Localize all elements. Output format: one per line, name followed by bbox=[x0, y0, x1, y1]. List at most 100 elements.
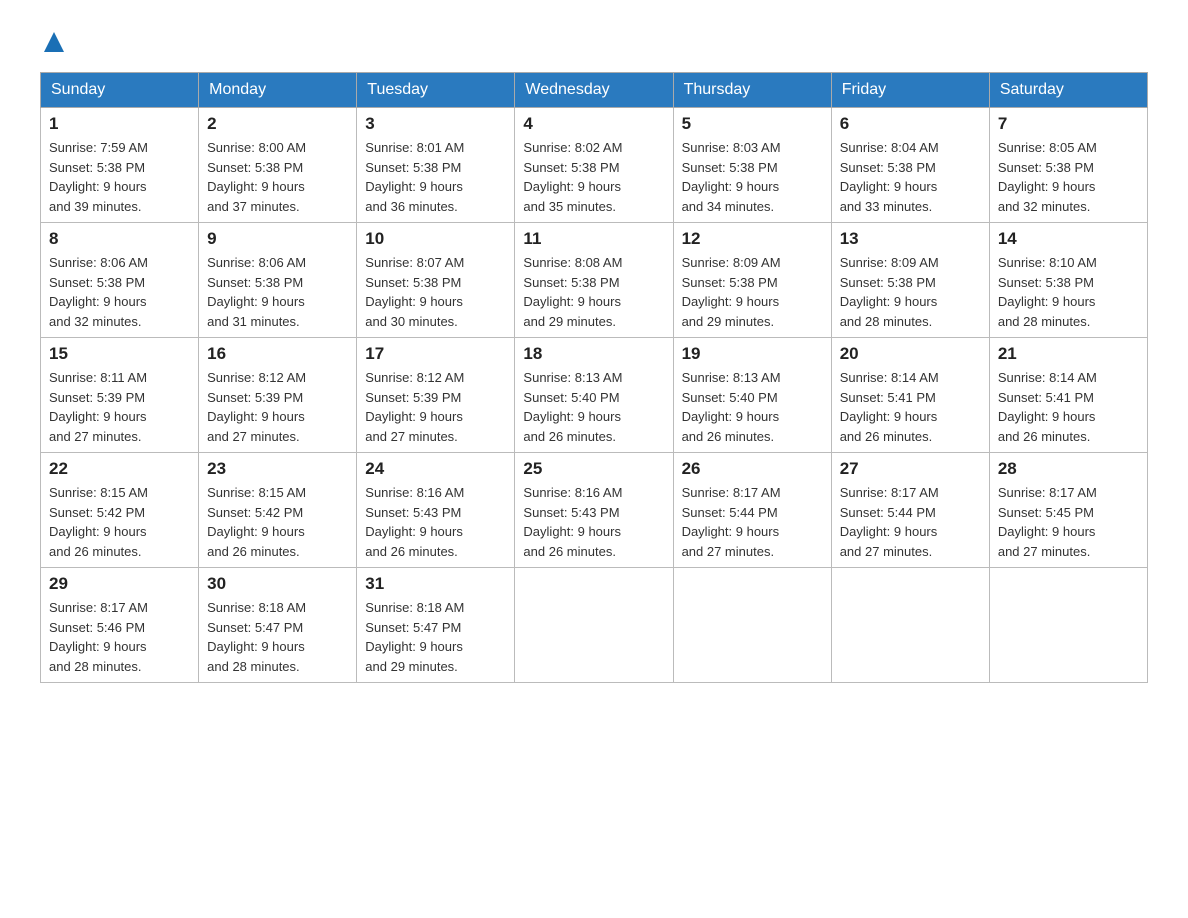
day-info: Sunrise: 8:06 AM Sunset: 5:38 PM Dayligh… bbox=[49, 253, 190, 331]
calendar-day-11: 11 Sunrise: 8:08 AM Sunset: 5:38 PM Dayl… bbox=[515, 223, 673, 338]
weekday-header-tuesday: Tuesday bbox=[357, 73, 515, 108]
day-number: 9 bbox=[207, 229, 348, 249]
calendar-day-20: 20 Sunrise: 8:14 AM Sunset: 5:41 PM Dayl… bbox=[831, 338, 989, 453]
day-number: 1 bbox=[49, 114, 190, 134]
calendar-empty-cell bbox=[673, 568, 831, 683]
calendar-day-17: 17 Sunrise: 8:12 AM Sunset: 5:39 PM Dayl… bbox=[357, 338, 515, 453]
day-info: Sunrise: 8:17 AM Sunset: 5:46 PM Dayligh… bbox=[49, 598, 190, 676]
calendar-day-31: 31 Sunrise: 8:18 AM Sunset: 5:47 PM Dayl… bbox=[357, 568, 515, 683]
calendar-week-5: 29 Sunrise: 8:17 AM Sunset: 5:46 PM Dayl… bbox=[41, 568, 1148, 683]
day-number: 22 bbox=[49, 459, 190, 479]
day-info: Sunrise: 8:00 AM Sunset: 5:38 PM Dayligh… bbox=[207, 138, 348, 216]
calendar-day-4: 4 Sunrise: 8:02 AM Sunset: 5:38 PM Dayli… bbox=[515, 108, 673, 223]
day-info: Sunrise: 8:17 AM Sunset: 5:45 PM Dayligh… bbox=[998, 483, 1139, 561]
day-info: Sunrise: 8:11 AM Sunset: 5:39 PM Dayligh… bbox=[49, 368, 190, 446]
day-number: 4 bbox=[523, 114, 664, 134]
day-number: 31 bbox=[365, 574, 506, 594]
day-info: Sunrise: 8:01 AM Sunset: 5:38 PM Dayligh… bbox=[365, 138, 506, 216]
calendar-day-9: 9 Sunrise: 8:06 AM Sunset: 5:38 PM Dayli… bbox=[199, 223, 357, 338]
day-number: 2 bbox=[207, 114, 348, 134]
day-number: 27 bbox=[840, 459, 981, 479]
day-info: Sunrise: 8:16 AM Sunset: 5:43 PM Dayligh… bbox=[523, 483, 664, 561]
day-info: Sunrise: 8:12 AM Sunset: 5:39 PM Dayligh… bbox=[365, 368, 506, 446]
weekday-header-sunday: Sunday bbox=[41, 73, 199, 108]
day-info: Sunrise: 8:13 AM Sunset: 5:40 PM Dayligh… bbox=[523, 368, 664, 446]
calendar-day-27: 27 Sunrise: 8:17 AM Sunset: 5:44 PM Dayl… bbox=[831, 453, 989, 568]
day-info: Sunrise: 8:14 AM Sunset: 5:41 PM Dayligh… bbox=[998, 368, 1139, 446]
calendar-week-2: 8 Sunrise: 8:06 AM Sunset: 5:38 PM Dayli… bbox=[41, 223, 1148, 338]
day-info: Sunrise: 8:16 AM Sunset: 5:43 PM Dayligh… bbox=[365, 483, 506, 561]
day-info: Sunrise: 8:17 AM Sunset: 5:44 PM Dayligh… bbox=[840, 483, 981, 561]
calendar-day-26: 26 Sunrise: 8:17 AM Sunset: 5:44 PM Dayl… bbox=[673, 453, 831, 568]
calendar-day-6: 6 Sunrise: 8:04 AM Sunset: 5:38 PM Dayli… bbox=[831, 108, 989, 223]
calendar-empty-cell bbox=[831, 568, 989, 683]
calendar-day-10: 10 Sunrise: 8:07 AM Sunset: 5:38 PM Dayl… bbox=[357, 223, 515, 338]
calendar-empty-cell bbox=[989, 568, 1147, 683]
day-number: 30 bbox=[207, 574, 348, 594]
day-number: 13 bbox=[840, 229, 981, 249]
calendar-day-3: 3 Sunrise: 8:01 AM Sunset: 5:38 PM Dayli… bbox=[357, 108, 515, 223]
weekday-header-monday: Monday bbox=[199, 73, 357, 108]
calendar-day-21: 21 Sunrise: 8:14 AM Sunset: 5:41 PM Dayl… bbox=[989, 338, 1147, 453]
day-info: Sunrise: 8:15 AM Sunset: 5:42 PM Dayligh… bbox=[49, 483, 190, 561]
header bbox=[40, 30, 1148, 52]
day-number: 15 bbox=[49, 344, 190, 364]
calendar-empty-cell bbox=[515, 568, 673, 683]
day-number: 28 bbox=[998, 459, 1139, 479]
day-number: 19 bbox=[682, 344, 823, 364]
calendar-day-7: 7 Sunrise: 8:05 AM Sunset: 5:38 PM Dayli… bbox=[989, 108, 1147, 223]
calendar-day-14: 14 Sunrise: 8:10 AM Sunset: 5:38 PM Dayl… bbox=[989, 223, 1147, 338]
day-number: 10 bbox=[365, 229, 506, 249]
calendar-day-25: 25 Sunrise: 8:16 AM Sunset: 5:43 PM Dayl… bbox=[515, 453, 673, 568]
day-number: 17 bbox=[365, 344, 506, 364]
day-number: 29 bbox=[49, 574, 190, 594]
day-number: 3 bbox=[365, 114, 506, 134]
calendar-week-3: 15 Sunrise: 8:11 AM Sunset: 5:39 PM Dayl… bbox=[41, 338, 1148, 453]
weekday-header-wednesday: Wednesday bbox=[515, 73, 673, 108]
day-info: Sunrise: 8:14 AM Sunset: 5:41 PM Dayligh… bbox=[840, 368, 981, 446]
day-number: 7 bbox=[998, 114, 1139, 134]
day-number: 20 bbox=[840, 344, 981, 364]
day-number: 23 bbox=[207, 459, 348, 479]
calendar-day-23: 23 Sunrise: 8:15 AM Sunset: 5:42 PM Dayl… bbox=[199, 453, 357, 568]
weekday-header-row: SundayMondayTuesdayWednesdayThursdayFrid… bbox=[41, 73, 1148, 108]
calendar-day-15: 15 Sunrise: 8:11 AM Sunset: 5:39 PM Dayl… bbox=[41, 338, 199, 453]
logo bbox=[40, 30, 64, 52]
calendar-day-12: 12 Sunrise: 8:09 AM Sunset: 5:38 PM Dayl… bbox=[673, 223, 831, 338]
day-info: Sunrise: 8:09 AM Sunset: 5:38 PM Dayligh… bbox=[840, 253, 981, 331]
day-info: Sunrise: 8:09 AM Sunset: 5:38 PM Dayligh… bbox=[682, 253, 823, 331]
calendar-week-1: 1 Sunrise: 7:59 AM Sunset: 5:38 PM Dayli… bbox=[41, 108, 1148, 223]
weekday-header-friday: Friday bbox=[831, 73, 989, 108]
day-number: 6 bbox=[840, 114, 981, 134]
day-info: Sunrise: 8:07 AM Sunset: 5:38 PM Dayligh… bbox=[365, 253, 506, 331]
day-info: Sunrise: 8:02 AM Sunset: 5:38 PM Dayligh… bbox=[523, 138, 664, 216]
day-info: Sunrise: 8:18 AM Sunset: 5:47 PM Dayligh… bbox=[207, 598, 348, 676]
calendar-day-13: 13 Sunrise: 8:09 AM Sunset: 5:38 PM Dayl… bbox=[831, 223, 989, 338]
calendar-day-16: 16 Sunrise: 8:12 AM Sunset: 5:39 PM Dayl… bbox=[199, 338, 357, 453]
day-number: 12 bbox=[682, 229, 823, 249]
calendar-body: 1 Sunrise: 7:59 AM Sunset: 5:38 PM Dayli… bbox=[41, 108, 1148, 683]
calendar-table: SundayMondayTuesdayWednesdayThursdayFrid… bbox=[40, 72, 1148, 683]
day-info: Sunrise: 8:10 AM Sunset: 5:38 PM Dayligh… bbox=[998, 253, 1139, 331]
calendar-day-8: 8 Sunrise: 8:06 AM Sunset: 5:38 PM Dayli… bbox=[41, 223, 199, 338]
day-number: 11 bbox=[523, 229, 664, 249]
day-info: Sunrise: 8:15 AM Sunset: 5:42 PM Dayligh… bbox=[207, 483, 348, 561]
day-info: Sunrise: 8:06 AM Sunset: 5:38 PM Dayligh… bbox=[207, 253, 348, 331]
day-info: Sunrise: 8:03 AM Sunset: 5:38 PM Dayligh… bbox=[682, 138, 823, 216]
calendar-day-18: 18 Sunrise: 8:13 AM Sunset: 5:40 PM Dayl… bbox=[515, 338, 673, 453]
day-number: 16 bbox=[207, 344, 348, 364]
calendar-day-22: 22 Sunrise: 8:15 AM Sunset: 5:42 PM Dayl… bbox=[41, 453, 199, 568]
day-info: Sunrise: 8:13 AM Sunset: 5:40 PM Dayligh… bbox=[682, 368, 823, 446]
calendar-day-19: 19 Sunrise: 8:13 AM Sunset: 5:40 PM Dayl… bbox=[673, 338, 831, 453]
logo-arrow-icon bbox=[44, 32, 64, 52]
weekday-header-thursday: Thursday bbox=[673, 73, 831, 108]
day-info: Sunrise: 8:05 AM Sunset: 5:38 PM Dayligh… bbox=[998, 138, 1139, 216]
calendar-day-5: 5 Sunrise: 8:03 AM Sunset: 5:38 PM Dayli… bbox=[673, 108, 831, 223]
calendar-day-1: 1 Sunrise: 7:59 AM Sunset: 5:38 PM Dayli… bbox=[41, 108, 199, 223]
day-info: Sunrise: 8:17 AM Sunset: 5:44 PM Dayligh… bbox=[682, 483, 823, 561]
day-info: Sunrise: 8:12 AM Sunset: 5:39 PM Dayligh… bbox=[207, 368, 348, 446]
weekday-header-saturday: Saturday bbox=[989, 73, 1147, 108]
day-number: 26 bbox=[682, 459, 823, 479]
day-number: 5 bbox=[682, 114, 823, 134]
calendar-day-2: 2 Sunrise: 8:00 AM Sunset: 5:38 PM Dayli… bbox=[199, 108, 357, 223]
